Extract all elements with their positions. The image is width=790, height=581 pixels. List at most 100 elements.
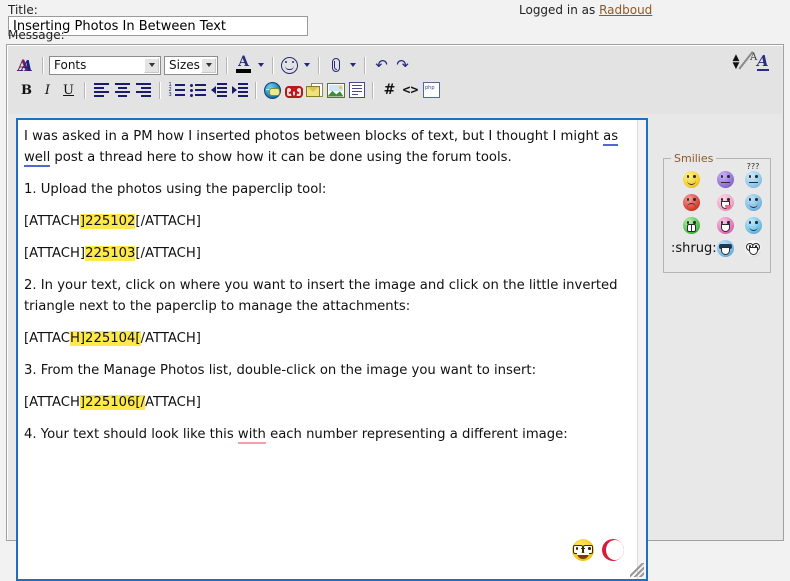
inline-emoji-row <box>572 539 624 561</box>
message-paragraph-step3: 3. From the Manage Photos list, double-c… <box>24 360 630 381</box>
smilie-sunglasses[interactable] <box>717 240 734 257</box>
mouth <box>749 226 758 231</box>
fonts-select[interactable]: Fonts <box>49 56 161 75</box>
wysiwyg-toggle-button[interactable]: A A <box>750 52 772 72</box>
toolbar-separator <box>318 57 320 74</box>
message-paragraph-attach-225103: [ATTACH]225103[/ATTACH] <box>24 243 630 264</box>
smilie-tongue[interactable] <box>717 194 734 211</box>
insert-link-button[interactable] <box>262 80 283 100</box>
ordered-list-button[interactable]: 1 2 3 <box>166 80 187 100</box>
quote-icon <box>349 82 365 98</box>
text-run-highlight: H]225104[ <box>70 331 141 346</box>
smilies-legend: Smilies <box>671 152 716 165</box>
form-header: Title: Logged in as Radboud Message: <box>0 0 790 44</box>
align-left-icon <box>94 83 109 97</box>
text-run-plain: [ATTACH <box>24 214 80 229</box>
smilie-laugh[interactable] <box>717 217 734 234</box>
bullet-list-button[interactable] <box>187 80 208 100</box>
font-color-button[interactable]: A <box>233 55 254 75</box>
insert-code-button[interactable]: <> <box>400 80 421 100</box>
smilie-wink[interactable] <box>745 194 762 211</box>
message-scrollbar[interactable] <box>637 120 646 579</box>
insert-php-button[interactable]: php <box>421 80 442 100</box>
smilie-happy[interactable] <box>683 171 700 188</box>
attachment-button[interactable] <box>325 55 346 75</box>
font-color-dropdown-icon[interactable] <box>254 55 267 75</box>
mouth <box>721 201 730 209</box>
attachment-dropdown-icon[interactable] <box>346 55 359 75</box>
smilie-shocked[interactable] <box>745 240 762 257</box>
text-run-plain: [ATTACH <box>24 395 80 410</box>
smilie-angry[interactable] <box>683 194 700 211</box>
undo-button[interactable]: ↶ <box>371 55 392 75</box>
chain-icon <box>269 88 280 96</box>
text-run-highlight: ]225106[/ <box>80 395 145 410</box>
chevron-down-icon[interactable] <box>201 58 216 73</box>
align-center-button[interactable] <box>112 80 133 100</box>
editor-toolbar: AA Fonts Sizes A <box>8 46 782 114</box>
smilie-dizzy[interactable] <box>717 171 734 188</box>
crescent-moon-emoji <box>602 539 624 561</box>
smiley-icon <box>281 57 298 74</box>
eye-right <box>727 175 729 178</box>
message-paragraph-step4: 4. Your text should look like this with … <box>24 424 630 445</box>
message-label: Message: <box>8 28 65 42</box>
smilies-button[interactable] <box>279 55 300 75</box>
insert-hash-button[interactable]: # <box>379 80 400 100</box>
chevron-down-icon[interactable] <box>144 58 159 73</box>
text-run-plain: each number representing a different ima… <box>266 427 568 442</box>
align-right-button[interactable] <box>133 80 154 100</box>
fonts-select-value: Fonts <box>54 58 86 72</box>
sizes-select[interactable]: Sizes <box>164 56 218 75</box>
bold-button[interactable]: B <box>16 80 37 100</box>
italic-button[interactable]: I <box>37 80 58 100</box>
insert-email-button[interactable] <box>304 80 325 100</box>
hash-icon: # <box>384 83 396 97</box>
indent-button[interactable] <box>229 80 250 100</box>
eye-right <box>693 175 695 178</box>
remove-link-button[interactable] <box>283 80 304 100</box>
smilie-cool-brow[interactable] <box>745 217 762 234</box>
outdent-button[interactable] <box>208 80 229 100</box>
eye-left <box>721 175 723 178</box>
eye-left <box>687 175 689 178</box>
redo-button[interactable]: ↷ <box>392 55 413 75</box>
redo-icon: ↷ <box>396 58 409 73</box>
mouth <box>721 247 730 255</box>
smilies-dropdown-icon[interactable] <box>300 55 313 75</box>
smilie-grin[interactable] <box>683 217 700 234</box>
text-run-highlight: 225103 <box>85 246 135 261</box>
mouth <box>721 182 730 183</box>
wysiwyg-big-a-icon: A <box>757 54 769 71</box>
smilie-confused[interactable]: ??? <box>745 171 762 188</box>
text-run-plain: /ATTACH] <box>141 331 201 346</box>
sizes-select-value: Sizes <box>169 58 200 72</box>
code-icon: <> <box>403 84 419 97</box>
text-run-plain: [ATTAC <box>24 331 70 346</box>
message-paragraph-attach-225104: [ATTACH]225104[/ATTACH] <box>24 328 630 349</box>
username-link[interactable]: Radboud <box>599 3 652 17</box>
toolbar-separator <box>84 82 86 99</box>
text-run-plain: [/ATTACH] <box>135 246 201 261</box>
mouth <box>749 247 758 255</box>
unlink-icon <box>285 83 302 98</box>
email-icon <box>306 83 323 97</box>
message-paragraph-intro: I was asked in a PM how I inserted photo… <box>24 126 630 168</box>
editor-resize-grip[interactable] <box>630 563 644 577</box>
image-icon <box>327 83 345 98</box>
smilie-shrug-code[interactable]: :shrug: <box>671 241 717 256</box>
align-left-button[interactable] <box>91 80 112 100</box>
message-editor-area[interactable]: I was asked in a PM how I inserted photo… <box>16 118 648 581</box>
insert-image-button[interactable] <box>325 80 346 100</box>
smilies-panel: Smilies ???:shrug: <box>663 158 771 273</box>
insert-quote-button[interactable] <box>346 80 367 100</box>
underline-button[interactable]: U <box>58 80 79 100</box>
text-run-plain: I was asked in a PM how I inserted photo… <box>24 129 603 144</box>
toolbar-right-controls: ▲ ▼ A A <box>730 52 772 72</box>
title-label: Title: <box>8 3 38 17</box>
eye-right <box>755 175 757 178</box>
editor-panel: AA Fonts Sizes A <box>6 44 784 541</box>
message-content[interactable]: I was asked in a PM how I inserted photo… <box>18 120 638 579</box>
editor-logo-icon[interactable]: AA <box>16 55 37 75</box>
text-run-plain: 1. Upload the photos using the paperclip… <box>24 182 326 197</box>
